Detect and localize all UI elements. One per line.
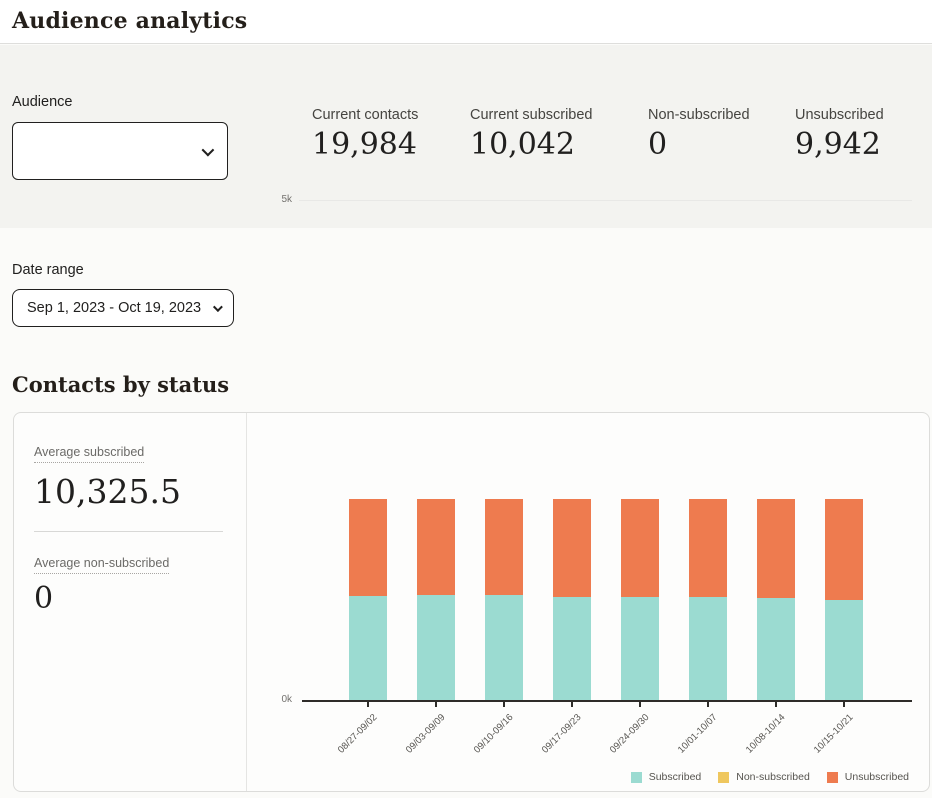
chart-legend: Subscribed Non-subscribed Unsubscribed [631, 771, 909, 783]
legend-swatch-icon [827, 772, 838, 783]
bar-segment-subscribed[interactable] [485, 595, 523, 700]
date-range-value: Sep 1, 2023 - Oct 19, 2023 [27, 300, 201, 316]
audience-select[interactable] [12, 122, 228, 180]
bar-segment-unsubscribed[interactable] [825, 499, 863, 600]
contacts-by-status-panel: Average subscribed 10,325.5 Average non-… [13, 412, 930, 792]
x-axis-tick [503, 702, 505, 707]
contacts-by-status-heading: Contacts by status [12, 372, 920, 397]
stat-current-subscribed: Current subscribed 10,042 [470, 105, 648, 165]
legend-swatch-icon [718, 772, 729, 783]
stat-unsubscribed: Unsubscribed 9,942 [795, 105, 932, 165]
x-axis-tick [571, 702, 573, 707]
x-axis-tick-label: 09/24-09/30 [608, 712, 652, 756]
page-header: Audience analytics [0, 0, 932, 44]
bar-segment-unsubscribed[interactable] [689, 499, 727, 597]
x-axis-tick [775, 702, 777, 707]
legend-label: Subscribed [649, 771, 702, 783]
bar-segment-subscribed[interactable] [349, 596, 387, 700]
legend-swatch-icon [631, 772, 642, 783]
date-range-label: Date range [12, 262, 920, 278]
stat-label: Current contacts [312, 105, 470, 125]
legend-label: Non-subscribed [736, 771, 810, 783]
bar-segment-subscribed[interactable] [689, 597, 727, 701]
stat-value: 10,042 [470, 125, 648, 165]
bar-segment-subscribed[interactable] [825, 600, 863, 701]
average-subscribed-value: 10,325.5 [34, 472, 226, 511]
bar-segment-subscribed[interactable] [553, 597, 591, 701]
stat-label: Non-subscribed [648, 105, 795, 125]
stat-label: Current subscribed [470, 105, 648, 125]
chevron-down-icon [202, 143, 215, 156]
legend-item-unsubscribed[interactable]: Unsubscribed [827, 771, 909, 783]
average-non-subscribed-label: Average non-subscribed [34, 556, 169, 574]
x-axis-tick-label: 09/10-09/16 [472, 712, 516, 756]
stat-non-subscribed: Non-subscribed 0 [648, 105, 795, 165]
y-axis-tick-label: 0k [248, 694, 292, 705]
x-axis-tick-label: 10/08-10/14 [744, 712, 788, 756]
bar-segment-subscribed[interactable] [757, 598, 795, 700]
bar-segment-unsubscribed[interactable] [553, 499, 591, 597]
x-axis-tick [843, 702, 845, 707]
x-axis-tick-label: 09/17-09/23 [540, 712, 584, 756]
x-axis-tick-label: 08/27-09/02 [336, 712, 380, 756]
contacts-by-status-chart: 0k5k10k15k20k25k08/27-09/0209/03-09/0909… [248, 413, 929, 791]
stat-value: 0 [648, 125, 795, 165]
audience-stats: Current contacts 19,984 Current subscrib… [312, 105, 932, 165]
legend-item-subscribed[interactable]: Subscribed [631, 771, 702, 783]
main-content: Date range Sep 1, 2023 - Oct 19, 2023 Co… [0, 262, 932, 792]
legend-item-non-subscribed[interactable]: Non-subscribed [718, 771, 810, 783]
x-axis-tick-label: 10/15-10/21 [812, 712, 856, 756]
x-axis-tick-label: 09/03-09/09 [404, 712, 448, 756]
x-axis-line [302, 700, 912, 702]
x-axis-tick [367, 702, 369, 707]
y-axis-tick-label: 5k [248, 194, 292, 205]
chevron-down-icon [213, 302, 223, 312]
average-subscribed-label: Average subscribed [34, 445, 144, 463]
bar-segment-unsubscribed[interactable] [621, 499, 659, 597]
page-title: Audience analytics [12, 8, 920, 34]
x-axis-tick-label: 10/01-10/07 [676, 712, 720, 756]
bar-segment-unsubscribed[interactable] [349, 499, 387, 596]
divider [34, 531, 223, 532]
x-axis-tick [707, 702, 709, 707]
legend-label: Unsubscribed [845, 771, 909, 783]
bar-segment-unsubscribed[interactable] [417, 499, 455, 595]
stat-label: Unsubscribed [795, 105, 932, 125]
bar-segment-subscribed[interactable] [417, 595, 455, 700]
audience-label: Audience [12, 94, 72, 110]
stat-current-contacts: Current contacts 19,984 [312, 105, 470, 165]
bar-segment-unsubscribed[interactable] [485, 499, 523, 595]
bar-segment-subscribed[interactable] [621, 597, 659, 700]
bar-segment-unsubscribed[interactable] [757, 499, 795, 598]
average-non-subscribed-value: 0 [34, 581, 226, 616]
date-range-button[interactable]: Sep 1, 2023 - Oct 19, 2023 [12, 289, 234, 327]
y-gridline [299, 200, 912, 201]
stat-value: 9,942 [795, 125, 932, 165]
x-axis-tick [435, 702, 437, 707]
x-axis-tick [639, 702, 641, 707]
stat-value: 19,984 [312, 125, 470, 165]
averages-column: Average subscribed 10,325.5 Average non-… [14, 413, 247, 791]
